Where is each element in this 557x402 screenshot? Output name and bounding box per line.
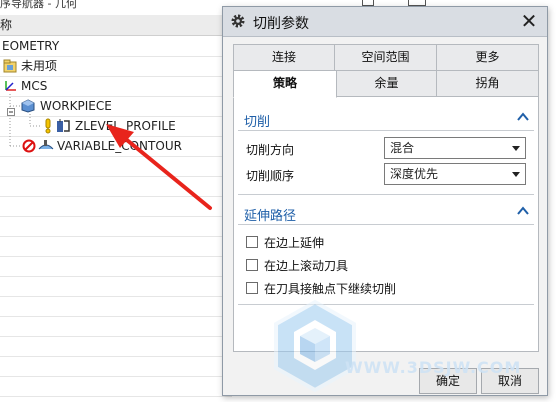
dropdown-arrow-icon <box>512 172 520 177</box>
select-value: 混合 <box>390 141 415 155</box>
continue-cutting-checkbox[interactable] <box>246 282 258 294</box>
grid-line <box>0 256 232 257</box>
extend-at-edges-checkbox[interactable] <box>246 236 258 248</box>
tab-connection[interactable]: 连接 <box>233 44 335 71</box>
chevron-up-icon[interactable] <box>516 110 530 124</box>
watermark-text: WWW.3DSJW.COM <box>345 358 522 377</box>
grid-line <box>0 296 232 297</box>
tab-row-2: 策略 余量 拐角 <box>233 70 539 98</box>
grid-line <box>0 316 232 317</box>
tree-label: EOMETRY <box>2 39 60 53</box>
cut-direction-select[interactable]: 混合 <box>384 137 526 159</box>
tree-row-unused[interactable]: 未用项 <box>0 56 232 76</box>
tab-corner[interactable]: 拐角 <box>436 70 539 97</box>
field-label-cut-order: 切削顺序 <box>246 169 295 183</box>
tree-row-geometry[interactable]: EOMETRY <box>0 36 232 56</box>
dialog-title-bar[interactable]: 切削参数 ✕ <box>223 7 547 37</box>
tree-label: 未用项 <box>21 59 58 73</box>
section-divider <box>238 194 534 195</box>
chevron-up-icon[interactable] <box>516 204 530 218</box>
grid-line <box>0 396 232 397</box>
grid-line <box>0 236 232 237</box>
tree-row-workpiece[interactable]: WORKPIECE <box>0 96 232 116</box>
section-divider <box>238 224 534 225</box>
tab-more[interactable]: 更多 <box>436 44 539 71</box>
watermark-hexagon-logo <box>274 299 356 393</box>
cut-order-select[interactable]: 深度优先 <box>384 163 526 185</box>
select-value: 深度优先 <box>390 167 439 181</box>
checkbox-label: 在边上滚动刀具 <box>264 259 349 273</box>
grid-line <box>0 376 232 377</box>
grid-line <box>0 356 232 357</box>
section-divider <box>238 130 534 131</box>
section-title: 切削 <box>244 115 271 130</box>
tree-row-mcs[interactable]: MCS <box>0 76 232 96</box>
tab-strategy[interactable]: 策略 <box>233 70 337 98</box>
tab-spatial-range[interactable]: 空间范围 <box>334 44 437 71</box>
tree-label: MCS <box>21 79 48 93</box>
checkbox-label: 在边上延伸 <box>264 236 325 250</box>
grid-line <box>0 276 232 277</box>
checkbox-label: 在刀具接触点下继续切削 <box>264 282 397 296</box>
tab-stock[interactable]: 余量 <box>336 70 437 97</box>
section-header-cutting[interactable]: 切削 <box>234 107 538 131</box>
field-label-cut-direction: 切削方向 <box>246 143 295 157</box>
tab-row-1: 连接 空间范围 更多 <box>233 44 539 71</box>
variable-contour-icon <box>38 139 54 159</box>
prohibited-icon <box>22 139 36 159</box>
gear-icon <box>230 13 246 29</box>
section-title: 延伸路径 <box>244 209 297 224</box>
tree-label: WORKPIECE <box>40 99 112 113</box>
close-icon[interactable]: ✕ <box>519 10 539 32</box>
red-annotation-arrow <box>106 124 212 210</box>
section-header-extend-path[interactable]: 延伸路径 <box>234 201 538 225</box>
dialog-title: 切削参数 <box>253 16 309 32</box>
roll-tool-over-edges-checkbox[interactable] <box>246 259 258 271</box>
dropdown-arrow-icon <box>512 146 520 151</box>
grid-line <box>0 336 232 337</box>
